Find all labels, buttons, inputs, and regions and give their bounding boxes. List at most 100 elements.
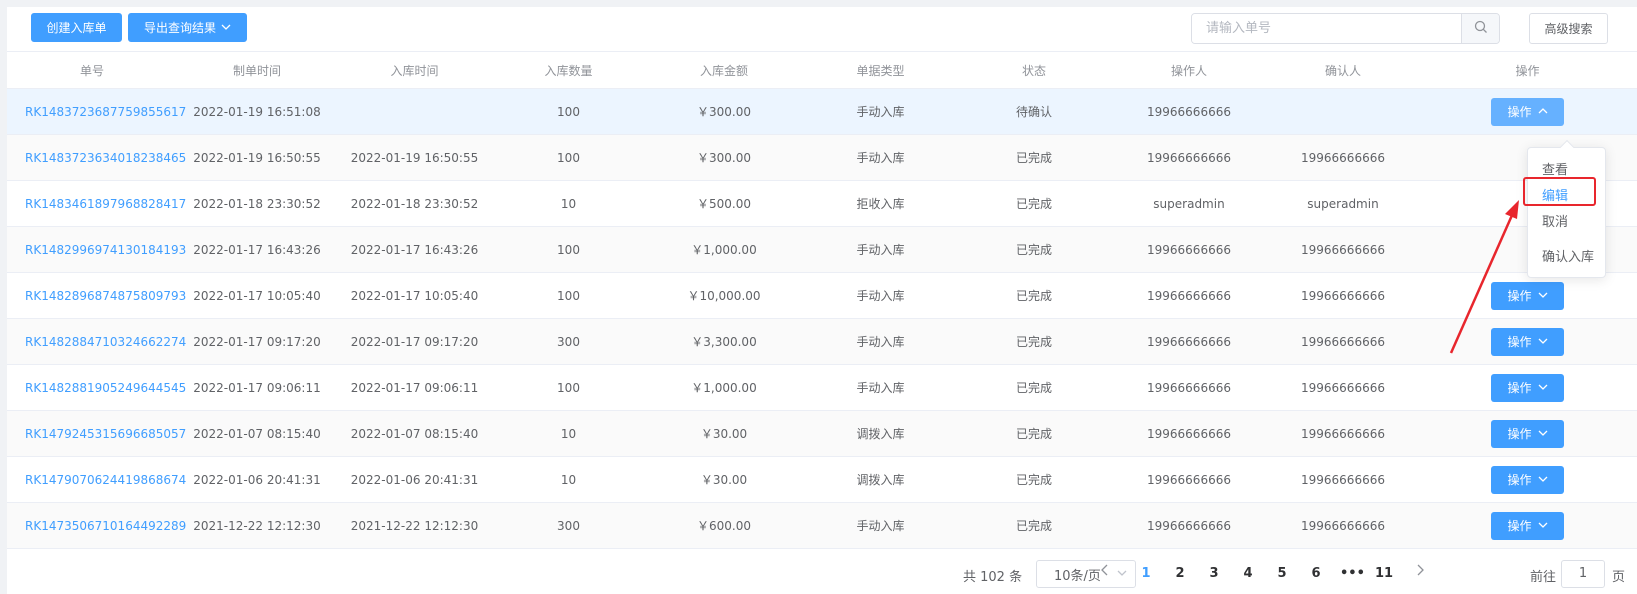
- created-time: 2022-01-17 09:06:11: [177, 364, 337, 411]
- total-count: 共 102 条: [963, 570, 1023, 585]
- amount: ￥300.00: [645, 88, 803, 135]
- actions-dropdown-button[interactable]: 操作: [1491, 281, 1564, 310]
- inbound-order-table: 单号 制单时间 入库时间 入库数量 入库金额 单据类型 状态 操作人 确认人 操…: [7, 51, 1637, 549]
- chevron-down-icon: [1538, 383, 1548, 393]
- order-number-link[interactable]: RK1482996974130184193: [7, 226, 186, 273]
- page-size-value: 10条/页: [1054, 568, 1101, 584]
- order-number-link[interactable]: RK1479245315696685057: [7, 410, 186, 457]
- table-header-row: 单号 制单时间 入库时间 入库数量 入库金额 单据类型 状态 操作人 确认人 操…: [7, 51, 1637, 89]
- page-size-select[interactable]: 10条/页: [1036, 560, 1136, 588]
- stocked-time: 2022-01-06 20:41:31: [337, 456, 492, 503]
- search-icon: [1474, 20, 1488, 38]
- order-type: 手动入库: [803, 364, 958, 411]
- page-number[interactable]: 1: [1136, 566, 1156, 581]
- amount: ￥30.00: [645, 456, 803, 503]
- table-row: RK1482884710324662274 2022-01-17 09:17:2…: [7, 318, 1637, 365]
- stocked-time: 2022-01-17 10:05:40: [337, 272, 492, 319]
- actions-dropdown-button[interactable]: 操作: [1491, 419, 1564, 448]
- menu-item-view[interactable]: 查看: [1542, 159, 1568, 178]
- actions-dropdown-button[interactable]: 操作: [1491, 465, 1564, 494]
- export-results-button[interactable]: 导出查询结果: [128, 13, 247, 42]
- actions-cell: 操作: [1418, 502, 1637, 549]
- table-row: RK1483723687759855617 2022-01-19 16:51:0…: [7, 88, 1637, 135]
- menu-item-cancel[interactable]: 取消: [1542, 211, 1568, 230]
- confirmer: 19966666666: [1268, 272, 1418, 319]
- table-row: RK1479070624419868674 2022-01-06 20:41:3…: [7, 456, 1637, 503]
- create-inbound-order-button[interactable]: 创建入库单: [31, 13, 122, 42]
- column-header: 入库时间: [337, 51, 492, 89]
- column-header: 入库数量: [492, 51, 645, 89]
- page-number[interactable]: 3: [1204, 566, 1224, 581]
- amount: ￥300.00: [645, 134, 803, 181]
- status: 已完成: [958, 410, 1110, 457]
- inbound-order-panel: 创建入库单 导出查询结果 高级搜索 单号: [7, 7, 1637, 594]
- chevron-down-icon: [1538, 521, 1548, 531]
- advanced-search-button[interactable]: 高级搜索: [1529, 13, 1608, 44]
- confirmer: 19966666666: [1268, 318, 1418, 365]
- actions-label: 操作: [1507, 473, 1532, 487]
- table-row: RK1482896874875809793 2022-01-17 10:05:4…: [7, 272, 1637, 319]
- chevron-down-icon: [1538, 291, 1548, 301]
- actions-dropdown-button[interactable]: 操作: [1491, 511, 1564, 540]
- page-number[interactable]: 4: [1238, 566, 1258, 581]
- column-header: 确认人: [1268, 51, 1418, 89]
- actions-cell: 操作: [1418, 364, 1637, 411]
- order-type: 手动入库: [803, 272, 958, 319]
- quantity: 10: [492, 180, 645, 227]
- amount: ￥500.00: [645, 180, 803, 227]
- table-row: RK1483461897968828417 2022-01-18 23:30:5…: [7, 180, 1637, 227]
- quantity: 100: [492, 226, 645, 273]
- operator: 19966666666: [1110, 134, 1268, 181]
- stocked-time: 2021-12-22 12:12:30: [337, 502, 492, 549]
- created-time: 2022-01-19 16:51:08: [177, 88, 337, 135]
- quantity: 100: [492, 364, 645, 411]
- toolbar: 创建入库单 导出查询结果 高级搜索: [7, 7, 1637, 51]
- order-number-link[interactable]: RK1482881905249644545: [7, 364, 186, 411]
- page-number[interactable]: 5: [1272, 566, 1292, 581]
- order-number-link[interactable]: RK1482896874875809793: [7, 272, 186, 319]
- order-number-search-input[interactable]: [1192, 14, 1461, 43]
- order-number-link[interactable]: RK1483461897968828417: [7, 180, 186, 227]
- stocked-time: 2022-01-07 08:15:40: [337, 410, 492, 457]
- next-page-icon[interactable]: [1416, 564, 1424, 580]
- actions-label: 操作: [1507, 105, 1532, 119]
- actions-dropdown-button[interactable]: 操作: [1491, 97, 1564, 126]
- operator: 19966666666: [1110, 88, 1268, 135]
- quantity: 10: [492, 410, 645, 457]
- order-number-link[interactable]: RK1473506710164492289: [7, 502, 186, 549]
- actions-cell: 操作: [1418, 88, 1637, 135]
- page-number[interactable]: 2: [1170, 566, 1190, 581]
- order-number-link[interactable]: RK1479070624419868674: [7, 456, 186, 503]
- operator: 19966666666: [1110, 226, 1268, 273]
- page-unit-label: 页: [1612, 570, 1626, 585]
- order-type: 手动入库: [803, 318, 958, 365]
- table-row: RK1482996974130184193 2022-01-17 16:43:2…: [7, 226, 1637, 273]
- status: 待确认: [958, 88, 1110, 135]
- column-header: 操作: [1418, 51, 1637, 89]
- quantity: 300: [492, 502, 645, 549]
- actions-dropdown-button[interactable]: 操作: [1491, 327, 1564, 356]
- order-number-link[interactable]: RK1483723634018238465: [7, 134, 186, 181]
- stocked-time: 2022-01-17 16:43:26: [337, 226, 492, 273]
- chevron-down-icon: [1538, 429, 1548, 439]
- actions-label: 操作: [1507, 519, 1532, 533]
- status: 已完成: [958, 272, 1110, 319]
- page-ellipsis[interactable]: •••: [1340, 566, 1365, 581]
- created-time: 2022-01-17 16:43:26: [177, 226, 337, 273]
- amount: ￥1,000.00: [645, 364, 803, 411]
- search-button[interactable]: [1461, 14, 1499, 43]
- confirmer: 19966666666: [1268, 226, 1418, 273]
- page-number[interactable]: 6: [1306, 566, 1326, 581]
- export-button-label: 导出查询结果: [143, 21, 216, 35]
- order-number-link[interactable]: RK1482884710324662274: [7, 318, 186, 365]
- confirmer: 19966666666: [1268, 134, 1418, 181]
- prev-page-icon[interactable]: [1101, 564, 1109, 580]
- page-number[interactable]: 11: [1374, 566, 1394, 581]
- goto-page-input[interactable]: 1: [1561, 560, 1605, 588]
- created-time: 2022-01-18 23:30:52: [177, 180, 337, 227]
- create-button-label: 创建入库单: [46, 21, 107, 35]
- actions-cell: 操作: [1418, 456, 1637, 503]
- order-number-link[interactable]: RK1483723687759855617: [7, 88, 186, 135]
- menu-item-confirm-inbound[interactable]: 确认入库: [1542, 246, 1594, 265]
- actions-dropdown-button[interactable]: 操作: [1491, 373, 1564, 402]
